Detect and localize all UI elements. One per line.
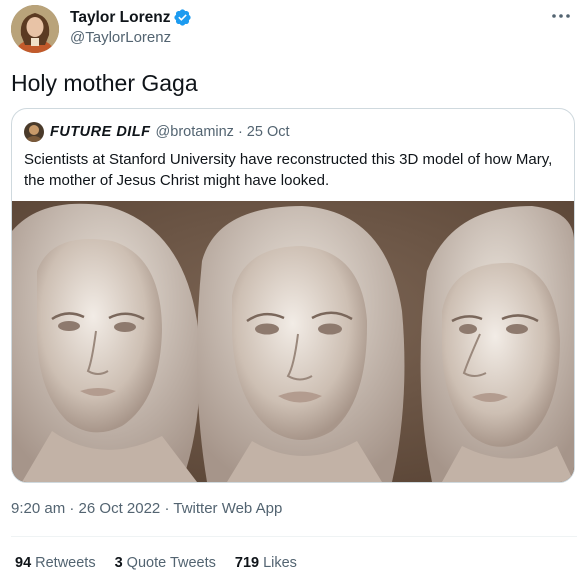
- meta-separator: ·: [69, 500, 79, 517]
- verified-badge-icon: [173, 8, 192, 27]
- author-avatar[interactable]: [11, 5, 59, 53]
- retweets-count: 94: [15, 555, 32, 571]
- author-name-row: Taylor Lorenz: [70, 8, 192, 27]
- tweet-meta: 9:20 am · 26 Oct 2022 · Twitter Web App: [11, 500, 282, 517]
- avatar-image: [11, 5, 59, 53]
- quoted-text: Scientists at Stanford University have r…: [24, 151, 553, 189]
- likes-count: 719: [234, 555, 260, 571]
- quoted-separator: ·: [237, 124, 243, 140]
- quoted-display-name: FUTURE DILF: [50, 124, 151, 140]
- quoted-tweet-header: FUTURE DILF @brotaminz · 25 Oct: [24, 122, 290, 142]
- tweet-stats: 94 Retweets 3 Quote Tweets 719 Likes: [15, 555, 316, 571]
- more-dots-icon[interactable]: [550, 6, 572, 26]
- retweets-stat[interactable]: 94 Retweets: [15, 555, 96, 571]
- quoted-date: 25 Oct: [246, 124, 290, 140]
- likes-label: Likes: [263, 555, 297, 571]
- quote-tweets-stat[interactable]: 3 Quote Tweets: [115, 555, 216, 571]
- quote-tweets-label: Quote Tweets: [126, 555, 216, 571]
- quote-tweets-count: 3: [114, 555, 123, 571]
- quoted-handle: @brotaminz: [155, 124, 234, 140]
- tweet-text: Holy mother Gaga: [11, 70, 198, 96]
- quoted-author-avatar: [24, 122, 44, 142]
- quoted-media-image[interactable]: [12, 201, 574, 482]
- tweet-date[interactable]: 26 Oct 2022: [79, 500, 161, 517]
- retweets-label: Retweets: [35, 555, 96, 571]
- tweet-time[interactable]: 9:20 am: [11, 500, 65, 517]
- likes-stat[interactable]: 719 Likes: [235, 555, 297, 571]
- author-display-name[interactable]: Taylor Lorenz: [70, 9, 170, 27]
- tweet-source[interactable]: Twitter Web App: [173, 500, 282, 517]
- tweet: Taylor Lorenz @TaylorLorenz Holy mother …: [0, 0, 588, 580]
- quoted-tweet-card[interactable]: FUTURE DILF @brotaminz · 25 Oct Scientis…: [11, 108, 575, 483]
- author-handle[interactable]: @TaylorLorenz: [70, 29, 171, 46]
- sculpted-heads-image: [12, 201, 574, 482]
- stats-divider: [11, 536, 577, 537]
